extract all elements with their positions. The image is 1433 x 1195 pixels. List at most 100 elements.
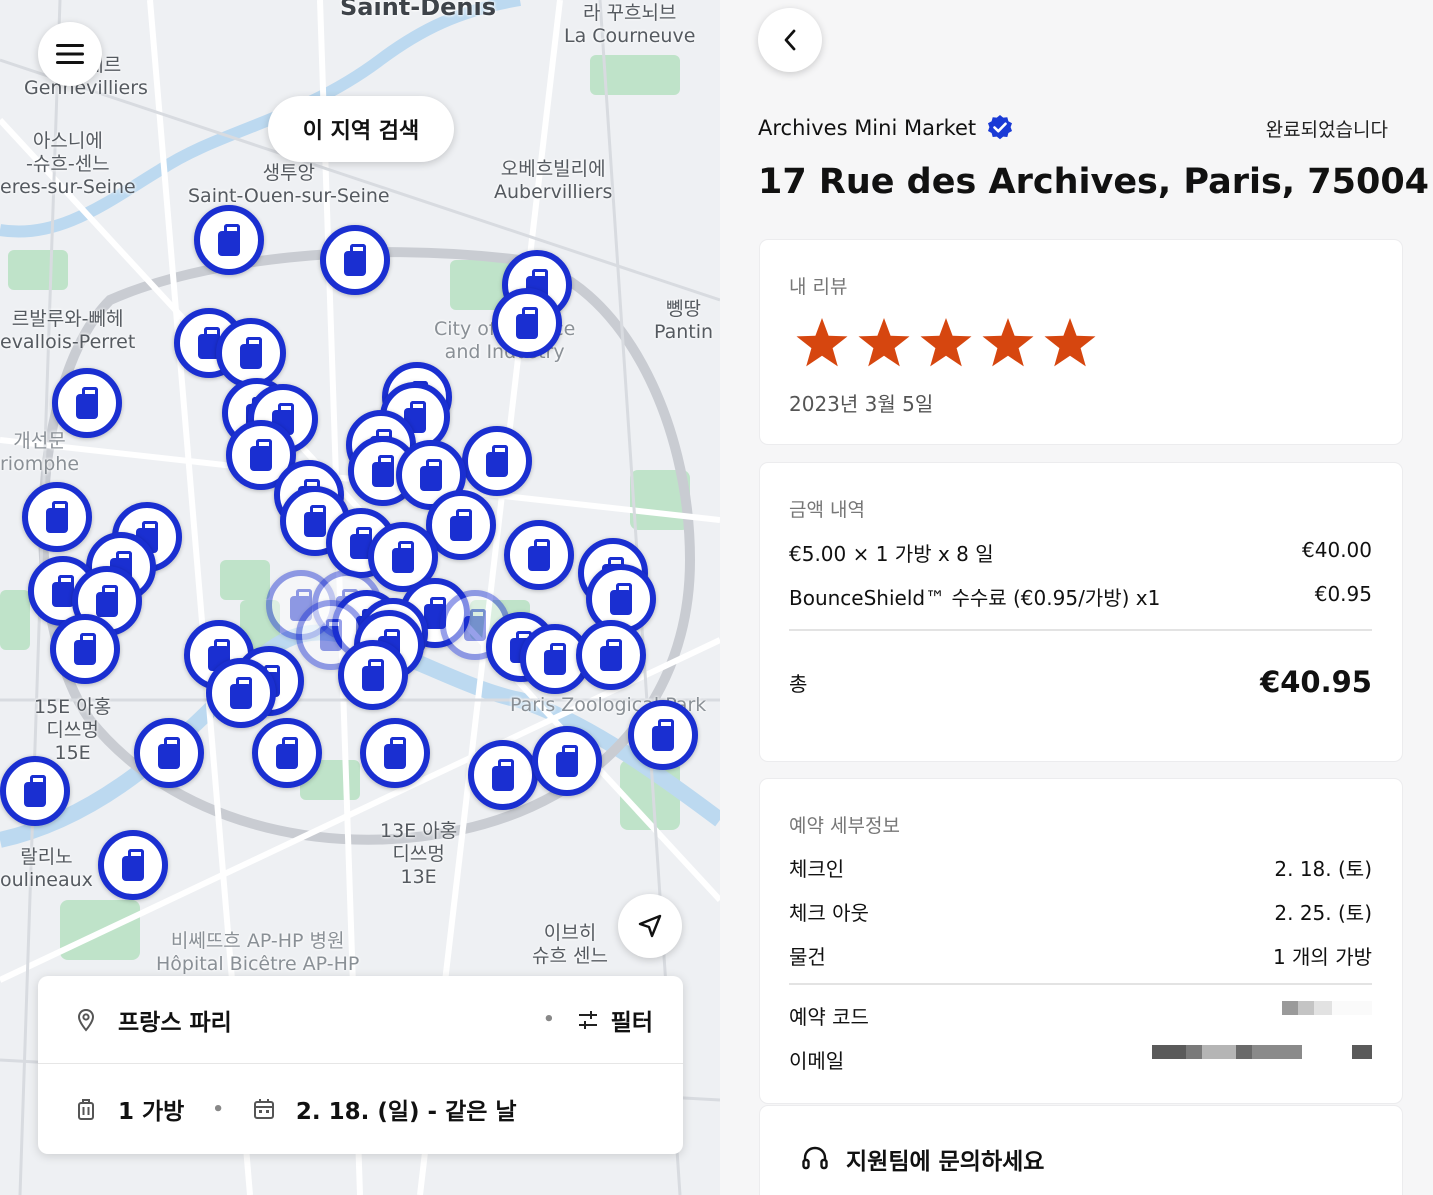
map-place-label: 라 꾸흐뇌브 La Courneuve [564,2,696,47]
checkin-value: 2. 18. (토) [1274,857,1372,881]
review-panel: 내 리뷰 2023년 3월 5일 [760,240,1402,444]
menu-button[interactable] [38,22,102,86]
divider [789,983,1372,985]
price-line: €5.00 × 1 가방 x 8 일 €40.00 [789,538,1372,567]
storage-location-pin[interactable] [468,740,538,810]
storage-location-pin[interactable] [0,756,70,826]
storage-location-pin[interactable] [206,658,276,728]
bags-date-row: 1 가방 • 2. 18. (일) - 같은 날 [38,1065,683,1153]
items-row: 물건 1 개의 가방 [789,941,1372,970]
luggage-icon [372,454,394,487]
map-place-label: 비쎄뜨흐 AP-HP 병원 Hôpital Bicêtre AP-HP [156,930,360,975]
support-panel[interactable]: 지원팀에 문의하세요 [760,1106,1402,1195]
luggage-icon [420,458,442,491]
luggage-icon [464,608,486,641]
booking-detail-panel: Archives Mini Market 완료되었습니다 17 Rue des … [720,0,1433,1195]
back-button[interactable] [758,8,822,72]
divider [789,629,1372,631]
checkout-row: 체크 아웃 2. 25. (토) [789,897,1372,926]
storage-location-pin[interactable] [576,620,646,690]
map-place-label: 15E 아홍 디쓰멍 15E [34,696,112,764]
locate-me-button[interactable] [618,894,682,958]
luggage-icon [652,718,674,751]
luggage-icon [528,538,550,571]
filter-button[interactable]: 필터 [577,1003,653,1037]
map-place-label: Saint-Denis [340,0,497,21]
search-this-area-button[interactable]: 이 지역 검색 [268,96,454,162]
storage-location-pin[interactable] [532,726,602,796]
separator-dot: • [543,1009,555,1030]
location-label: 프랑스 파리 [118,1009,232,1036]
map-place-label: 르발루와-뻬헤 evallois-Perret [0,308,136,353]
date-label: 2. 18. (일) - 같은 날 [295,1099,517,1125]
address-title: 17 Rue des Archives, Paris, 75004 [758,162,1430,202]
luggage-icon [122,848,144,881]
luggage-icon [600,638,622,671]
location-row[interactable]: 프랑스 파리 • 필터 [38,976,683,1064]
storage-location-pin[interactable] [194,205,264,275]
luggage-icon [544,642,566,675]
bags-selector[interactable]: 1 가방 [74,1092,184,1126]
map-place-label: 오베흐빌리에 Aubervilliers [494,158,613,203]
storage-location-pin[interactable] [462,426,532,496]
price-line: BounceShield™ 수수료 (€0.95/가방) x1 €0.95 [789,582,1372,611]
email-row: 이메일 [789,1045,1372,1074]
headset-icon [800,1144,830,1174]
location-pin-icon [74,1008,98,1032]
price-breakdown-panel: 금액 내역 €5.00 × 1 가방 x 8 일 €40.00 BounceSh… [760,463,1402,761]
luggage-icon [320,618,342,651]
map-place-label: 랄리노 oulineaux [0,846,93,891]
luggage-icon [158,736,180,769]
luggage-icon [610,582,632,615]
price-line-label: €5.00 × 1 가방 x 8 일 [789,542,994,566]
luggage-icon [516,306,538,339]
luggage-icon [250,438,272,471]
checkout-value: 2. 25. (토) [1274,901,1372,925]
storage-location-pin[interactable] [52,368,122,438]
luggage-icon [344,243,366,276]
star-icon [858,318,910,367]
storage-location-pin[interactable] [338,640,408,710]
storage-location-pin[interactable] [134,718,204,788]
navigation-arrow-icon [638,914,662,938]
total-row: 총 €40.95 [789,665,1372,699]
map-view[interactable]: Saint-Denis라 꾸흐뇌브 La Courneuve쥐 에르 Genne… [0,0,720,1195]
storage-location-pin[interactable] [628,700,698,770]
review-date: 2023년 3월 5일 [789,392,934,416]
luggage-icon [24,774,46,807]
review-panel-title: 내 리뷰 [789,276,848,298]
star-icon [1044,318,1096,367]
contact-support-link[interactable]: 지원팀에 문의하세요 [800,1142,1044,1176]
store-name: Archives Mini Market [758,116,977,140]
star-icon [796,318,848,367]
map-place-label: 이브히 슈흐 센느 [532,922,608,967]
storage-location-pin[interactable] [492,288,562,358]
storage-location-pin[interactable] [98,830,168,900]
verified-badge-icon [986,114,1014,142]
luggage-icon [218,223,240,256]
price-line-label: BounceShield™ 수수료 (€0.95/가방) x1 [789,586,1161,610]
storage-location-pin[interactable] [252,718,322,788]
storage-location-pin[interactable] [320,225,390,295]
luggage-icon [52,574,74,607]
luggage-icon [96,584,118,617]
date-selector[interactable]: 2. 18. (일) - 같은 날 [252,1092,517,1126]
luggage-icon [384,736,406,769]
storage-location-pin[interactable] [22,482,92,552]
separator-dot: • [212,1098,224,1120]
luggage-icon [76,386,98,419]
checkin-label: 체크인 [789,857,845,881]
store-header: Archives Mini Market 완료되었습니다 [758,112,1388,144]
storage-location-pin[interactable] [504,520,574,590]
booking-code-row: 예약 코드 [789,1001,1372,1030]
search-card: 프랑스 파리 • 필터 1 가방 • 2. 18. (일) - 같은 날 [38,976,683,1154]
email-label: 이메일 [789,1049,845,1073]
calendar-icon [252,1097,276,1121]
status-text: 완료되었습니다 [1265,118,1388,141]
luggage-icon [450,508,472,541]
luggage-icon [74,632,96,665]
storage-location-pin[interactable] [50,614,120,684]
luggage-icon [230,676,252,709]
storage-location-pin[interactable] [360,718,430,788]
booking-details-panel: 예약 세부정보 체크인 2. 18. (토) 체크 아웃 2. 25. (토) … [760,779,1402,1103]
